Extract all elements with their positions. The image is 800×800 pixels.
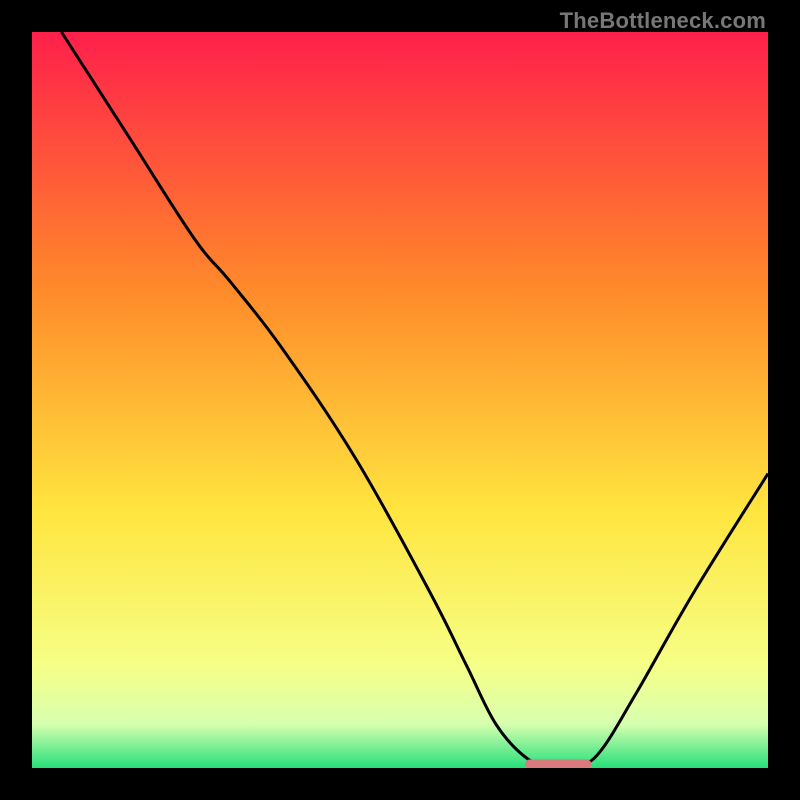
bottleneck-chart (32, 32, 768, 768)
watermark-text: TheBottleneck.com (560, 8, 766, 34)
plot-area (32, 32, 768, 768)
optimum-marker (525, 759, 591, 768)
